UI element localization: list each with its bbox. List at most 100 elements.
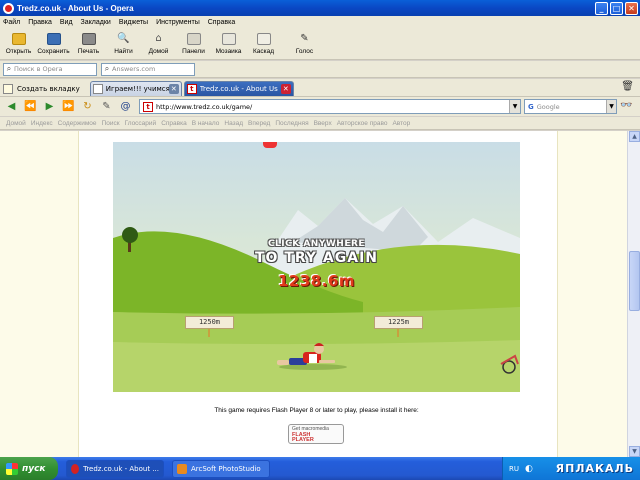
get-flash-player-badge[interactable]: Get macromedia FLASH PLAYER <box>288 424 344 444</box>
taskbar: пуск Tredz.co.uk - About ... ArcSoft Pho… <box>0 457 640 480</box>
search-icon: ⌕ <box>104 64 110 73</box>
forward-icon[interactable]: ▶ <box>40 99 59 115</box>
folder-icon <box>11 32 26 45</box>
panels-label: Панели <box>182 47 205 55</box>
distance-marker-right: 1225m <box>374 316 423 329</box>
home-label: Домой <box>148 47 169 55</box>
badge-line3: PLAYER <box>292 437 314 443</box>
menu-bookmarks[interactable]: Закладки <box>81 19 111 26</box>
google-search-placeholder: Google <box>536 102 560 111</box>
menu-help[interactable]: Справка <box>208 19 235 26</box>
answers-search-placeholder: Answers.com <box>112 65 156 73</box>
panels-button[interactable]: Панели <box>176 28 211 59</box>
close-icon[interactable]: ✕ <box>280 84 291 94</box>
chevron-down-icon[interactable]: ▼ <box>509 100 520 113</box>
window-title: Tredz.co.uk - About Us - Opera <box>17 3 134 13</box>
nav-up[interactable]: Вверх <box>314 120 332 127</box>
url-field[interactable]: t http://www.tredz.co.uk/game/ ▼ <box>139 99 521 114</box>
rider-jersey-stripe <box>309 354 317 363</box>
taskbar-item-opera[interactable]: Tredz.co.uk - About ... <box>66 459 164 478</box>
save-button[interactable]: Сохранить <box>36 28 71 59</box>
tray-icon[interactable]: ◐ <box>525 464 533 474</box>
flash-game[interactable]: CLICK ANYWHERE TO TRY AGAIN 1238.6m 1250… <box>113 142 520 392</box>
at-icon[interactable]: @ <box>116 99 135 115</box>
reload-icon[interactable]: ↻ <box>78 99 97 115</box>
google-search-field[interactable]: G Google ▼ <box>524 99 617 114</box>
language-indicator[interactable]: RU <box>509 465 519 473</box>
new-tab-icon <box>3 83 13 94</box>
flash-notice: This game requires Flash Player 8 or lat… <box>214 407 419 414</box>
save-icon <box>46 32 61 45</box>
try-again-line2: TO TRY AGAIN <box>255 250 378 266</box>
nav-search[interactable]: Поиск <box>102 120 120 127</box>
close-icon[interactable]: ✕ <box>168 84 179 94</box>
nav-next[interactable]: Вперед <box>248 120 270 127</box>
search-icon: ⌕ <box>6 64 12 73</box>
nav-home[interactable]: Домой <box>6 120 26 127</box>
new-tab-button[interactable]: Создать вкладку <box>3 81 80 96</box>
start-label: пуск <box>22 463 46 474</box>
edit-icon[interactable]: ✎ <box>97 99 116 115</box>
menu-widgets[interactable]: Виджеты <box>119 19 148 26</box>
menu-bar: Файл Правка Вид Закладки Виджеты Инструм… <box>0 16 640 28</box>
find-icon: 🔍 <box>117 32 130 44</box>
nav-author[interactable]: Автор <box>392 120 410 127</box>
rewind-icon[interactable]: ⏪ <box>21 99 40 115</box>
vertical-scrollbar[interactable]: ▲ ▼ <box>627 131 640 457</box>
tredz-favicon: t <box>186 84 197 94</box>
tab-tredz[interactable]: t Tredz.co.uk - About Us ✕ <box>183 81 294 96</box>
nav-first[interactable]: В начало <box>192 120 220 127</box>
answers-search-field[interactable]: ⌕ Answers.com <box>101 62 195 76</box>
nav-help[interactable]: Справка <box>161 120 187 127</box>
windows-logo-icon <box>6 462 18 475</box>
nav-copyright[interactable]: Авторское право <box>337 120 388 127</box>
taskbar-item-photostudio[interactable]: ArcSoft PhotoStudio <box>172 459 270 478</box>
panels-icon <box>186 32 201 45</box>
nav-previous[interactable]: Назад <box>224 120 243 127</box>
rider-leg <box>277 360 289 365</box>
scroll-up-icon[interactable]: ▲ <box>629 131 640 142</box>
voice-button[interactable]: ✎ Голос <box>287 28 322 59</box>
game-scenery <box>113 198 520 392</box>
watermark: ЯПЛАКАЛЬ <box>555 462 634 475</box>
nav-glossary[interactable]: Глоссарий <box>125 120 157 127</box>
home-button[interactable]: ⌂ Домой <box>141 28 176 59</box>
fast-forward-icon[interactable]: ⏩ <box>59 99 78 115</box>
scroll-down-icon[interactable]: ▼ <box>629 446 640 457</box>
menu-file[interactable]: Файл <box>3 19 20 26</box>
nav-index[interactable]: Индекс <box>31 120 53 127</box>
rider-shadow <box>279 364 347 370</box>
open-label: Открыть <box>5 47 32 55</box>
open-button[interactable]: Открыть <box>1 28 36 59</box>
maximize-button[interactable]: □ <box>610 1 623 15</box>
nav-contents[interactable]: Содержимое <box>58 120 97 127</box>
start-button[interactable]: пуск <box>0 457 58 480</box>
find-button[interactable]: 🔍 Найти <box>106 28 141 59</box>
tab-tredz-label: Tredz.co.uk - About Us <box>199 85 278 93</box>
trash-icon[interactable]: 🗑 <box>621 81 634 92</box>
cascade-label: Каскад <box>252 47 275 55</box>
photostudio-icon <box>177 463 187 474</box>
chevron-down-icon[interactable]: ▼ <box>606 100 616 113</box>
tile-button[interactable]: Мозаика <box>211 28 246 59</box>
cascade-button[interactable]: Каскад <box>246 28 281 59</box>
save-label: Сохранить <box>37 47 70 55</box>
scroll-thumb[interactable] <box>629 251 640 311</box>
print-button[interactable]: Печать <box>71 28 106 59</box>
back-icon[interactable]: ◀ <box>2 99 21 115</box>
rider-arm <box>319 360 335 363</box>
menu-tools[interactable]: Инструменты <box>156 19 200 26</box>
opera-icon <box>71 463 80 474</box>
tredz-favicon: t <box>143 101 153 112</box>
minimize-button[interactable]: _ <box>595 1 608 15</box>
glasses-icon[interactable]: 👓 <box>620 100 632 111</box>
nav-last[interactable]: Последняя <box>275 120 308 127</box>
close-button[interactable]: ✕ <box>625 1 638 15</box>
tab-game[interactable]: Играем!!! учимся бить ... ✕ <box>89 81 182 96</box>
menu-edit[interactable]: Правка <box>28 19 52 26</box>
tile-label: Мозаика <box>215 47 242 55</box>
url-text: http://www.tredz.co.uk/game/ <box>156 102 253 111</box>
main-toolbar: Открыть Сохранить Печать 🔍 Найти ⌂ Домой… <box>0 28 640 60</box>
opera-search-field[interactable]: ⌕ Поиск в Opera <box>3 62 97 76</box>
menu-view[interactable]: Вид <box>60 19 73 26</box>
